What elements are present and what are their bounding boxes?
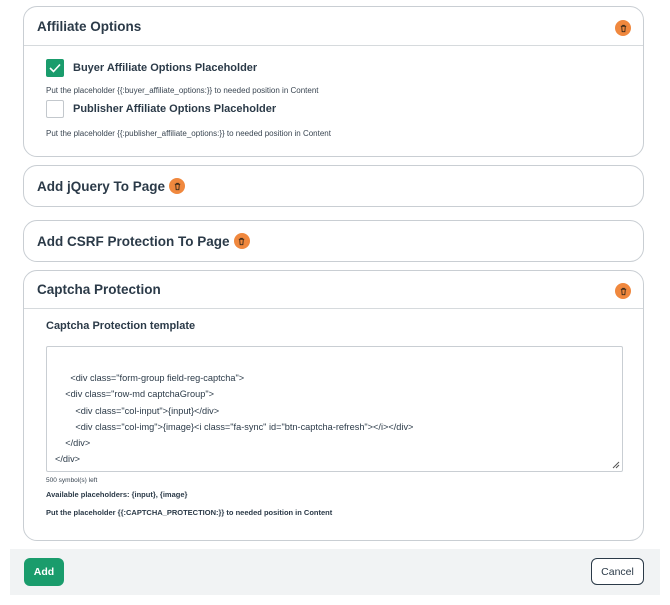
add-button[interactable]: Add xyxy=(24,558,64,586)
panel-header[interactable]: Affiliate Options xyxy=(24,7,643,45)
add-jquery-panel: Add jQuery To Page xyxy=(23,165,644,207)
buyer-affiliate-checkbox[interactable] xyxy=(46,59,64,77)
trash-icon[interactable] xyxy=(233,233,250,249)
publisher-affiliate-checkbox[interactable] xyxy=(46,100,64,118)
panel-body: Buyer Affiliate Options Placeholder Put … xyxy=(24,45,643,138)
captcha-protection-panel: Captcha Protection Captcha Protection te… xyxy=(23,270,644,541)
publisher-affiliate-hint: Put the placeholder {{:publisher_affilia… xyxy=(46,129,331,138)
captcha-hint: Put the placeholder {{:CAPTCHA_PROTECTIO… xyxy=(46,508,333,517)
check-icon xyxy=(49,63,61,73)
cancel-button[interactable]: Cancel xyxy=(591,558,644,585)
captcha-template-content: <div class="form-group field-reg-captcha… xyxy=(55,373,414,465)
panel-body: Captcha Protection template <div class="… xyxy=(24,308,643,517)
buyer-affiliate-option[interactable]: Buyer Affiliate Options Placeholder xyxy=(46,58,621,78)
buyer-affiliate-label: Buyer Affiliate Options Placeholder xyxy=(73,62,258,74)
publisher-affiliate-label: Publisher Affiliate Options Placeholder xyxy=(73,103,277,115)
panel-header[interactable]: Captcha Protection xyxy=(24,271,643,308)
panel-title: Add CSRF Protection To Page xyxy=(37,233,230,249)
panel-header[interactable]: Add jQuery To Page xyxy=(24,166,643,206)
buyer-affiliate-hint: Put the placeholder {{:buyer_affiliate_o… xyxy=(46,86,319,95)
form-footer: Add Cancel xyxy=(10,549,660,595)
available-placeholders: Available placeholders: {input}, {image} xyxy=(46,490,188,499)
publisher-affiliate-option[interactable]: Publisher Affiliate Options Placeholder xyxy=(46,99,621,119)
panel-title: Affiliate Options xyxy=(37,18,142,34)
trash-icon[interactable] xyxy=(615,20,631,36)
panel-title: Captcha Protection xyxy=(37,282,161,297)
symbols-left: 500 symbol(s) left xyxy=(46,477,98,484)
panel-title: Add jQuery To Page xyxy=(37,178,166,194)
captcha-template-label: Captcha Protection template xyxy=(46,320,196,332)
affiliate-options-panel: Affiliate Options Buyer Affiliate Option… xyxy=(23,6,644,157)
trash-icon[interactable] xyxy=(169,178,186,194)
add-csrf-panel: Add CSRF Protection To Page xyxy=(23,220,644,262)
trash-icon[interactable] xyxy=(615,283,631,299)
panel-header[interactable]: Add CSRF Protection To Page xyxy=(24,221,643,261)
resize-grip-icon[interactable] xyxy=(612,461,620,469)
captcha-template-textarea[interactable]: <div class="form-group field-reg-captcha… xyxy=(46,346,623,472)
